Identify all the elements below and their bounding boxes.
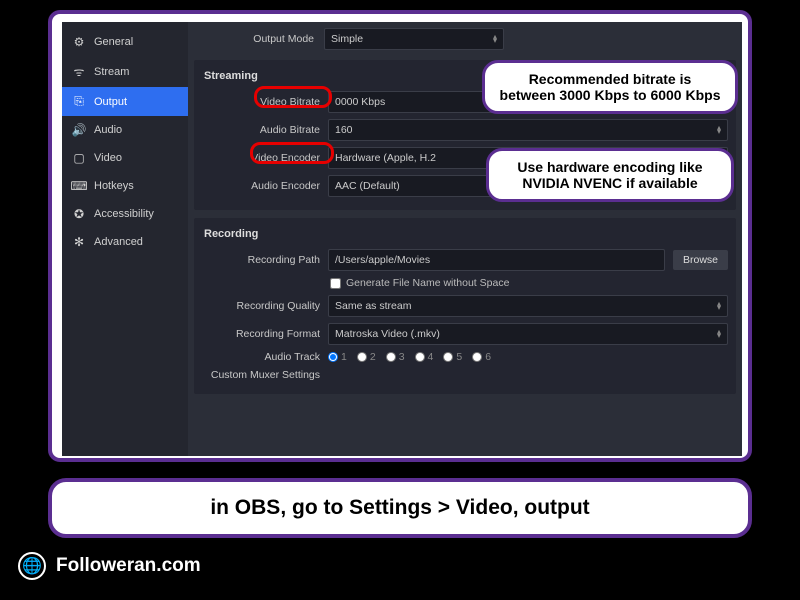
hotkeys-icon: ⌨ [72, 179, 86, 193]
tutorial-frame: ⚙GeneralᯤStream⎘Output🔊Audio▢Video⌨Hotke… [48, 10, 752, 462]
recording-title: Recording [194, 224, 736, 246]
video-encoder-label: Video Encoder [202, 152, 320, 164]
chevron-updown-icon: ▴▾ [717, 126, 721, 134]
recording-quality-select[interactable]: Same as stream ▴▾ [328, 295, 728, 317]
sidebar-item-general[interactable]: ⚙General [62, 28, 188, 56]
audio-encoder-label: Audio Encoder [202, 180, 320, 192]
settings-sidebar: ⚙GeneralᯤStream⎘Output🔊Audio▢Video⌨Hotke… [62, 22, 188, 456]
recording-path-label: Recording Path [202, 254, 320, 266]
sidebar-item-audio[interactable]: 🔊Audio [62, 116, 188, 144]
callout-bitrate: Recommended bitrate is between 3000 Kbps… [482, 60, 738, 114]
audio-bitrate-label: Audio Bitrate [202, 124, 320, 136]
audio-track-4[interactable]: 4 [415, 351, 434, 363]
recording-format-label: Recording Format [202, 328, 320, 340]
output-mode-select[interactable]: Simple ▴▾ [324, 28, 504, 50]
accessibility-icon: ✪ [72, 207, 86, 221]
audio-track-5[interactable]: 5 [443, 351, 462, 363]
custom-muxer-label: Custom Muxer Settings [202, 369, 320, 381]
sidebar-item-accessibility[interactable]: ✪Accessibility [62, 200, 188, 228]
audio-icon: 🔊 [72, 123, 86, 137]
stream-icon: ᯤ [72, 63, 86, 80]
output-icon: ⎘ [72, 94, 86, 109]
video-icon: ▢ [72, 151, 86, 165]
brand-footer: 🌐 Followeran.com [18, 552, 201, 580]
audio-track-label: Audio Track [202, 351, 320, 363]
recording-path-input[interactable]: /Users/apple/Movies [328, 249, 665, 271]
chevron-updown-icon: ▴▾ [717, 302, 721, 310]
browse-button[interactable]: Browse [673, 250, 728, 270]
recording-format-select[interactable]: Matroska Video (.mkv) ▴▾ [328, 323, 728, 345]
output-mode-row: Output Mode Simple ▴▾ [188, 22, 742, 56]
sidebar-item-video[interactable]: ▢Video [62, 144, 188, 172]
advanced-icon: ✻ [72, 235, 86, 249]
sidebar-item-stream[interactable]: ᯤStream [62, 56, 188, 87]
callout-encoder: Use hardware encoding like NVIDIA NVENC … [486, 148, 734, 202]
output-mode-label: Output Mode [196, 33, 314, 45]
audio-track-radios: 123456 [328, 351, 491, 363]
globe-icon: 🌐 [18, 552, 46, 580]
instruction-box: in OBS, go to Settings > Video, output [48, 478, 752, 538]
recording-section: Recording Recording Path /Users/apple/Mo… [194, 218, 736, 394]
checkbox-input[interactable] [330, 278, 341, 289]
sidebar-item-hotkeys[interactable]: ⌨Hotkeys [62, 172, 188, 200]
sidebar-item-advanced[interactable]: ✻Advanced [62, 228, 188, 256]
recording-quality-label: Recording Quality [202, 300, 320, 312]
audio-track-2[interactable]: 2 [357, 351, 376, 363]
video-bitrate-label: Video Bitrate [202, 96, 320, 108]
audio-track-3[interactable]: 3 [386, 351, 405, 363]
gen-filename-checkbox[interactable]: Generate File Name without Space [330, 277, 509, 289]
sidebar-item-output[interactable]: ⎘Output [62, 87, 188, 116]
audio-track-6[interactable]: 6 [472, 351, 491, 363]
general-icon: ⚙ [72, 35, 86, 49]
audio-bitrate-select[interactable]: 160 ▴▾ [328, 119, 728, 141]
chevron-updown-icon: ▴▾ [493, 35, 497, 43]
audio-track-1[interactable]: 1 [328, 351, 347, 363]
chevron-updown-icon: ▴▾ [717, 330, 721, 338]
